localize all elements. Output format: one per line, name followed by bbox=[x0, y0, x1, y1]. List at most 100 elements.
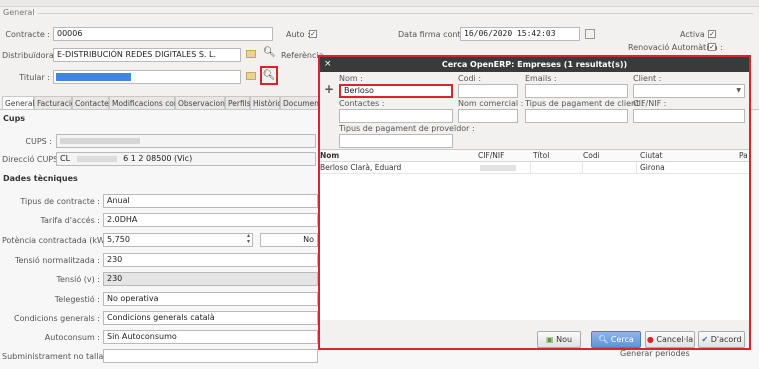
col-sep bbox=[530, 162, 531, 173]
nom-comercial-input[interactable] bbox=[458, 109, 518, 123]
tab-observacions[interactable]: Observacions bbox=[175, 96, 229, 109]
auto-checkbox[interactable]: ✓ bbox=[309, 30, 317, 38]
section-divider bbox=[38, 13, 753, 14]
titular-selection bbox=[56, 73, 131, 81]
row-nom: Berloso Clarà, Eduard bbox=[320, 163, 402, 172]
direccio-field[interactable]: CL 6 1 2 08500 (Vic) bbox=[56, 152, 316, 166]
new-icon: ▣ bbox=[545, 335, 554, 344]
titular-field[interactable] bbox=[53, 70, 241, 84]
search-icon: 🔍︎ bbox=[262, 70, 276, 81]
client-select[interactable]: ▼ bbox=[633, 84, 745, 98]
data-firma-field[interactable]: 16/06/2020 15:42:03 bbox=[460, 27, 580, 41]
tab-general[interactable]: General bbox=[2, 96, 35, 109]
emails-input[interactable] bbox=[525, 84, 628, 98]
cups-redacted bbox=[60, 138, 140, 144]
thumbs-up-icon: ✔ bbox=[701, 335, 709, 344]
col-cif-nif[interactable]: CIF/NIF bbox=[478, 151, 504, 160]
contracte-field[interactable]: 00006 bbox=[53, 27, 273, 41]
cif-nif-input[interactable] bbox=[633, 109, 745, 123]
potencia-no-field[interactable]: No bbox=[260, 233, 318, 247]
tipus-pagament-client-label: Tipus de pagament de client : bbox=[525, 99, 645, 108]
tensio-norm-label: Tensió normalitzada : bbox=[14, 256, 100, 265]
codi-input[interactable] bbox=[458, 84, 518, 98]
direccio-prefix: CL bbox=[60, 154, 71, 163]
search-icon[interactable]: 🔍︎ bbox=[263, 47, 276, 58]
cups-label: CUPS : bbox=[25, 137, 52, 146]
cancel-button[interactable]: ● Cancel·la bbox=[645, 331, 695, 348]
activa-label: Activa : bbox=[680, 30, 710, 39]
cancel-icon: ● bbox=[646, 335, 654, 344]
renovacio-checkbox[interactable]: ✓ bbox=[708, 43, 716, 51]
close-icon[interactable]: × bbox=[324, 58, 332, 71]
tab-facturacio[interactable]: Facturació bbox=[34, 96, 76, 109]
add-criteria-icon[interactable]: + bbox=[324, 82, 334, 96]
cancel-button-label: Cancel·la bbox=[656, 335, 694, 344]
distribuidora-field[interactable]: E-DISTRIBUCIÓN REDES DIGITALES S. L. bbox=[53, 48, 241, 62]
results-table: Nom CIF/NIF Títol Codi Ciutat Pa Berloso… bbox=[320, 149, 749, 320]
new-button[interactable]: ▣ Nou bbox=[537, 331, 581, 348]
tipus-pagament-client-input[interactable] bbox=[525, 109, 628, 123]
titular-folder-icon[interactable] bbox=[246, 72, 256, 80]
search-dialog: Cerca OpenERP: Empreses (1 resultat(s)) … bbox=[318, 55, 751, 350]
telegestio-field[interactable]: No operativa bbox=[103, 292, 318, 306]
client-label: Client : bbox=[633, 74, 662, 83]
col-codi[interactable]: Codi bbox=[583, 151, 600, 160]
dialog-title: Cerca OpenERP: Empreses (1 resultat(s)) bbox=[441, 60, 628, 69]
col-titol[interactable]: Títol bbox=[533, 151, 549, 160]
tensio-label: Tensió (v) : bbox=[56, 275, 100, 284]
tab-contactes[interactable]: Contactes bbox=[72, 96, 113, 109]
table-row[interactable]: Berloso Clarà, Eduard Girona bbox=[320, 162, 749, 174]
col-nom[interactable]: Nom bbox=[320, 151, 339, 160]
telegestio-label: Telegestió : bbox=[54, 295, 100, 304]
col-ciutat[interactable]: Ciutat bbox=[640, 151, 663, 160]
tipus-pagament-proveidor-label: Tipus de pagament de proveïdor : bbox=[339, 124, 475, 133]
tensio-norm-field[interactable]: 230 bbox=[103, 253, 318, 267]
tab-documents[interactable]: Documents bbox=[280, 96, 326, 109]
nom-input[interactable]: Berloso bbox=[339, 84, 453, 98]
tab-historic[interactable]: Històric bbox=[250, 96, 281, 109]
search-icon: 🔍︎ bbox=[598, 335, 609, 344]
tipus-contracte-field[interactable]: Anual bbox=[103, 194, 318, 208]
calendar-icon[interactable] bbox=[585, 29, 595, 39]
activa-checkbox[interactable]: ✓ bbox=[708, 30, 716, 38]
titular-label: Titular : bbox=[19, 73, 50, 82]
cups-field[interactable] bbox=[56, 134, 316, 148]
row-cif-redacted bbox=[480, 165, 516, 171]
tensio-field[interactable]: 230 bbox=[103, 272, 318, 286]
autoconsum-field[interactable]: Sin Autoconsumo bbox=[103, 330, 318, 344]
condicions-field[interactable]: Condicions generals català bbox=[103, 311, 318, 325]
contracte-label: Contracte : bbox=[5, 30, 50, 39]
emails-label: Emails : bbox=[525, 74, 557, 83]
cif-nif-label: CIF/NIF : bbox=[633, 99, 667, 108]
tab-modificacions[interactable]: Modificacions contr. bbox=[109, 96, 186, 109]
generar-periodes[interactable]: Generar periodes bbox=[620, 349, 690, 358]
contactes-label: Contactes : bbox=[339, 99, 385, 108]
direccio-redacted bbox=[76, 155, 117, 162]
direccio-value: 6 1 2 08500 (Vic) bbox=[123, 154, 193, 163]
tipus-pagament-proveidor-input[interactable] bbox=[339, 134, 453, 148]
potencia-field[interactable]: 5,750 bbox=[103, 233, 253, 247]
ok-button[interactable]: ✔ D'acord bbox=[698, 331, 745, 348]
contactes-input[interactable] bbox=[339, 109, 453, 123]
subministrament-field[interactable] bbox=[103, 349, 318, 363]
folder-icon[interactable] bbox=[246, 50, 256, 58]
new-button-label: Nou bbox=[556, 335, 573, 344]
section-general: General bbox=[3, 8, 35, 17]
col-pa[interactable]: Pa bbox=[739, 151, 748, 160]
nom-comercial-label: Nom comercial : bbox=[458, 99, 524, 108]
distribuidora-label: Distribuïdora : bbox=[2, 51, 59, 60]
chevron-down-icon: ▼ bbox=[736, 87, 741, 94]
top-clipped-row bbox=[0, 0, 759, 7]
search-button[interactable]: 🔍︎ Cerca bbox=[591, 331, 641, 348]
codi-label: Codi : bbox=[458, 74, 482, 83]
tab-perfils[interactable]: Perfils bbox=[225, 96, 251, 109]
tarifa-field[interactable]: 2.0DHA bbox=[103, 213, 318, 227]
potencia-label: Potència contractada (kW) : bbox=[2, 236, 114, 245]
col-sep bbox=[636, 162, 637, 173]
condicions-label: Condicions generals : bbox=[14, 314, 100, 323]
ok-button-label: D'acord bbox=[710, 335, 742, 344]
direccio-label: Direcció CUPS : bbox=[2, 155, 64, 164]
titular-search-button[interactable]: 🔍︎ bbox=[260, 66, 278, 85]
spinner-arrows-icon[interactable]: ▴ ▾ bbox=[247, 233, 250, 245]
table-header: Nom CIF/NIF Títol Codi Ciutat Pa bbox=[320, 150, 749, 162]
